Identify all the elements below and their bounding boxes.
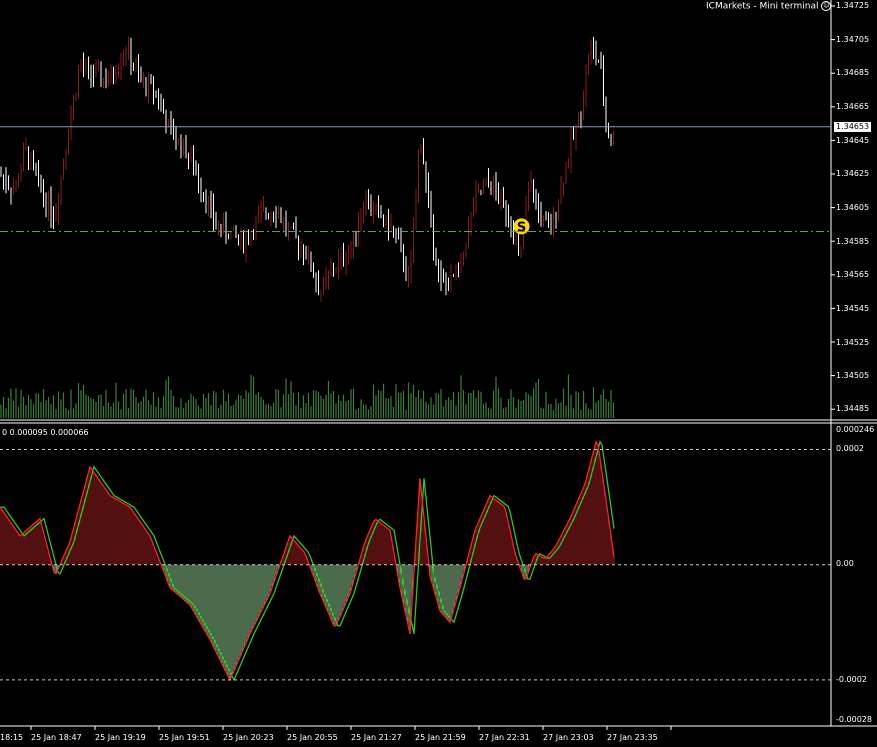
time-tick: 25 Jan 21:59 (415, 733, 466, 742)
price-tick: 1.34505 (836, 371, 870, 380)
osc-tick: -0.00028 (836, 715, 872, 724)
price-tick: 1.34605 (836, 203, 870, 212)
price-tick: 1.34665 (836, 102, 870, 111)
price-tick: 1.34625 (836, 169, 870, 178)
smiley-icon[interactable]: ☺ (821, 1, 832, 11)
osc-tick: 0.00 (836, 559, 854, 568)
price-tick: 1.34485 (836, 404, 870, 413)
current-price-label: 1.34653 (834, 122, 872, 132)
time-tick: 25 Jan 19:51 (159, 733, 210, 742)
price-candles (0, 36, 614, 302)
price-tick: 1.34525 (836, 338, 870, 347)
overlay: S (513, 218, 530, 235)
time-tick: 25 Jan 19:19 (95, 733, 146, 742)
time-tick: 25 Jan 20:23 (223, 733, 274, 742)
time-tick: 25 Jan 20:55 (287, 733, 338, 742)
window-title: ICMarkets - Mini terminal ☺ (706, 1, 832, 12)
price-tick: 1.34565 (836, 270, 870, 279)
time-tick: 25 Jan 18:47 (31, 733, 82, 742)
osc-tick: 0.000246 (836, 425, 875, 434)
osc-tick: 0.0002 (836, 444, 864, 453)
price-tick: 1.34545 (836, 304, 870, 313)
indicator-legend: 0 0.000095 0.000066 (2, 428, 89, 437)
time-tick: 25 Jan 21:27 (351, 733, 402, 742)
price-tick: 1.34705 (836, 35, 870, 44)
price-tick: 1.34585 (836, 237, 870, 246)
price-tick: 1.34685 (836, 68, 870, 77)
price-tick: 1.34725 (836, 1, 870, 10)
time-tick: 27 Jan 23:35 (607, 733, 658, 742)
signal-marker-label: S (517, 220, 526, 235)
price-tick: 1.34645 (836, 136, 870, 145)
trading-chart[interactable]: S (0, 0, 877, 747)
title-text: ICMarkets - Mini terminal (706, 1, 819, 12)
osc-tick: -0.0002 (836, 675, 867, 684)
time-tick: 27 Jan 23:03 (543, 733, 594, 742)
time-tick: 18:15 (0, 733, 24, 742)
volume-bars (0, 374, 615, 418)
time-tick: 27 Jan 22:31 (479, 733, 530, 742)
